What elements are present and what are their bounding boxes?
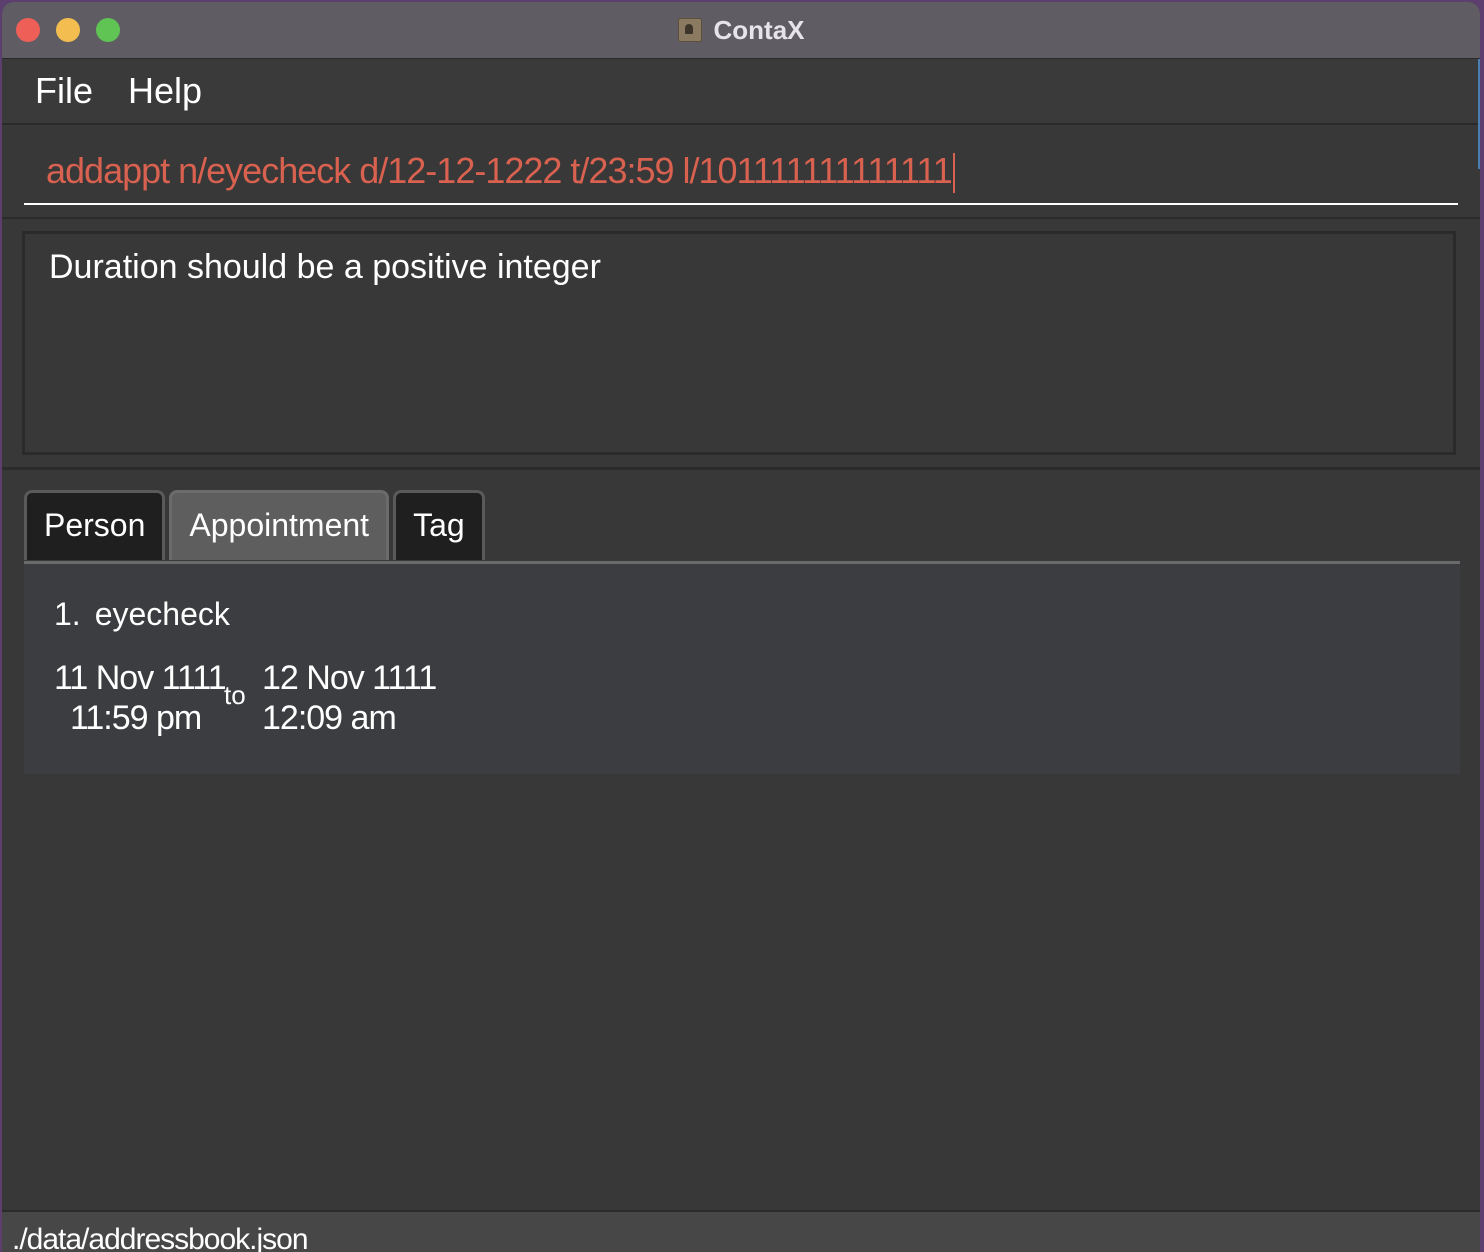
tab-tag[interactable]: Tag (393, 490, 485, 560)
result-display: Duration should be a positive integer (22, 231, 1456, 455)
appointment-index: 1. (54, 596, 81, 632)
menu-help[interactable]: Help (128, 69, 202, 113)
appointment-title: 1. eyecheck (54, 594, 230, 634)
tab-person[interactable]: Person (24, 490, 166, 560)
window-edge-highlight (1478, 59, 1480, 169)
command-input-value: addappt n/eyecheck d/12-12-1222 t/23:59 … (46, 150, 953, 191)
appointment-to-label: to (224, 680, 246, 710)
appointment-end-date: 12 Nov 1111 (262, 659, 437, 697)
contacts-app-icon (677, 18, 702, 42)
appointment-start-date: 11 Nov 1111 (54, 659, 227, 697)
menu-bar: File Help (2, 59, 1480, 125)
appointment-end-time: 12:09 am (262, 699, 397, 737)
menu-file[interactable]: File (35, 69, 93, 113)
command-input-text: addappt n/eyecheck d/12-12-1222 t/23:59 … (46, 149, 955, 194)
tab-appointment[interactable]: Appointment (169, 490, 390, 560)
title-bar: ContaX (2, 2, 1480, 59)
result-message: Duration should be a positive integer (49, 248, 601, 286)
window-title: ContaX (713, 14, 805, 45)
text-caret (952, 153, 955, 194)
result-display-area: Duration should be a positive integer (2, 219, 1480, 470)
command-box-area: addappt n/eyecheck d/12-12-1222 t/23:59 … (2, 125, 1480, 219)
tab-bar: Person Appointment Tag (24, 490, 489, 562)
command-input[interactable]: addappt n/eyecheck d/12-12-1222 t/23:59 … (24, 139, 1458, 205)
window-title-group: ContaX (2, 2, 1480, 58)
appointment-name: eyecheck (94, 596, 230, 632)
status-bar: ./data/addressbook.json (2, 1210, 1480, 1252)
status-file-path: ./data/addressbook.json (12, 1223, 309, 1252)
app-window: ContaX File Help addappt n/eyecheck d/12… (2, 2, 1480, 1252)
appointment-start-time: 11:59 pm (70, 699, 202, 737)
appointment-list: 1. eyecheck 11 Nov 1111 11:59 pm to 12 No… (24, 564, 1460, 774)
